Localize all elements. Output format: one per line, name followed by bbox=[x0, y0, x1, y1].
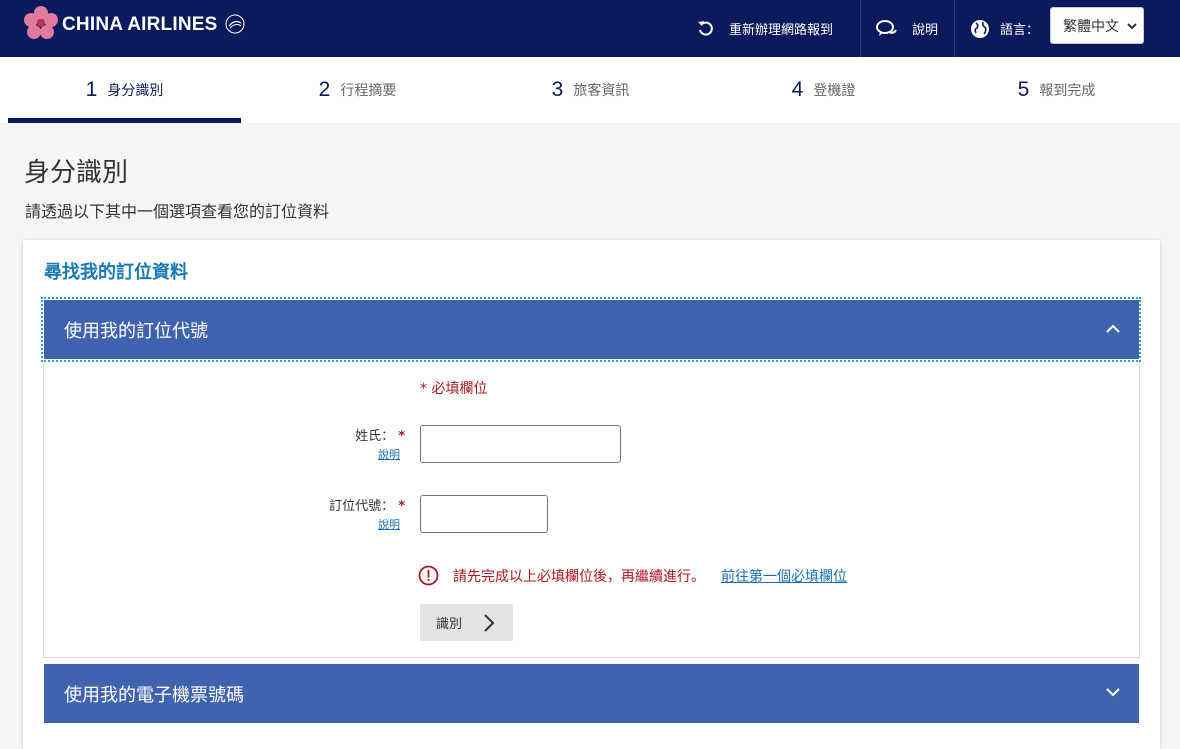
header-divider bbox=[860, 0, 861, 57]
help-link[interactable]: 說明 bbox=[876, 0, 938, 57]
plum-blossom-logo-icon bbox=[24, 6, 58, 39]
required-star: * bbox=[398, 499, 405, 514]
restart-icon bbox=[697, 20, 715, 38]
restart-checkin-label: 重新辦理網路報到 bbox=[729, 23, 834, 38]
go-to-first-required-field-link[interactable]: 前往第一個必填欄位 bbox=[721, 566, 847, 586]
step-passenger-info: 3 旅客資訊 bbox=[474, 57, 707, 123]
top-header: CHINA AIRLINES 重新辦理網路報到 說明 語言： 繁體中文 bbox=[0, 0, 1180, 57]
step-complete: 5 報到完成 bbox=[940, 57, 1173, 123]
step-number: 1 bbox=[85, 78, 98, 101]
accordion-booking-code-body bbox=[43, 362, 1140, 658]
step-label: 旅客資訊 bbox=[573, 83, 630, 99]
last-name-label: 姓氏： * bbox=[300, 425, 405, 444]
step-label: 身分識別 bbox=[107, 83, 164, 99]
identify-button-label: 識別 bbox=[436, 616, 463, 631]
error-message: 請先完成以上必填欄位後，再繼續進行。 bbox=[453, 568, 705, 585]
page-title: 身分識別 bbox=[24, 158, 129, 188]
chat-bubbles-icon bbox=[876, 19, 898, 38]
language-value: 繁體中文 bbox=[1063, 18, 1119, 35]
globe-icon bbox=[970, 19, 990, 39]
focus-outline bbox=[41, 297, 1141, 362]
booking-code-label: 訂位代號： * bbox=[290, 495, 405, 514]
alert-circle-icon bbox=[418, 565, 439, 586]
step-label: 報到完成 bbox=[1039, 83, 1096, 99]
step-itinerary: 2 行程摘要 bbox=[241, 57, 474, 123]
restart-checkin-link[interactable]: 重新辦理網路報到 bbox=[697, 0, 833, 57]
required-field-note: * 必填欄位 bbox=[420, 381, 488, 397]
booking-code-input[interactable] bbox=[420, 495, 548, 533]
brand-name: CHINA AIRLINES bbox=[62, 13, 218, 35]
page-subtitle: 請透過以下其中一個選項查看您的訂位資料 bbox=[25, 202, 330, 221]
identify-button[interactable]: 識別 bbox=[420, 604, 513, 641]
last-name-input[interactable] bbox=[420, 425, 621, 463]
required-star: * bbox=[398, 429, 405, 444]
step-number: 3 bbox=[551, 78, 564, 101]
validation-error: 請先完成以上必填欄位後，再繼續進行。 前往第一個必填欄位 bbox=[418, 565, 847, 586]
step-number: 4 bbox=[791, 78, 804, 101]
chevron-down-icon bbox=[1127, 23, 1137, 30]
chevron-down-icon bbox=[1106, 688, 1120, 697]
language-select[interactable]: 繁體中文 bbox=[1050, 7, 1144, 44]
skyteam-seal-icon bbox=[225, 14, 245, 34]
step-number: 2 bbox=[318, 78, 331, 101]
step-number: 5 bbox=[1017, 78, 1030, 101]
last-name-label-text: 姓氏： bbox=[355, 429, 395, 444]
accordion-title: 使用我的電子機票號碼 bbox=[64, 684, 244, 706]
card-title: 尋找我的訂位資料 bbox=[44, 262, 188, 283]
last-name-help-link[interactable]: 說明 bbox=[378, 446, 400, 462]
booking-code-help-link[interactable]: 說明 bbox=[378, 516, 400, 532]
step-identification[interactable]: 1 身分識別 bbox=[8, 57, 241, 123]
step-label: 登機證 bbox=[813, 83, 856, 99]
language-area: 語言： bbox=[970, 0, 1039, 57]
booking-code-label-text: 訂位代號： bbox=[329, 499, 395, 514]
progress-steps: 1 身分識別 2 行程摘要 3 旅客資訊 4 登機證 5 報到完成 bbox=[0, 57, 1180, 123]
active-step-indicator bbox=[8, 118, 241, 123]
language-label: 語言： bbox=[1000, 23, 1040, 38]
chevron-right-icon bbox=[484, 614, 495, 632]
accordion-e-ticket-header[interactable]: 使用我的電子機票號碼 bbox=[44, 664, 1139, 723]
header-divider bbox=[954, 0, 955, 57]
china-airlines-logo[interactable]: CHINA AIRLINES bbox=[22, 5, 246, 41]
step-boarding-pass: 4 登機證 bbox=[707, 57, 940, 123]
help-label: 說明 bbox=[912, 23, 939, 38]
step-label: 行程摘要 bbox=[340, 83, 397, 99]
